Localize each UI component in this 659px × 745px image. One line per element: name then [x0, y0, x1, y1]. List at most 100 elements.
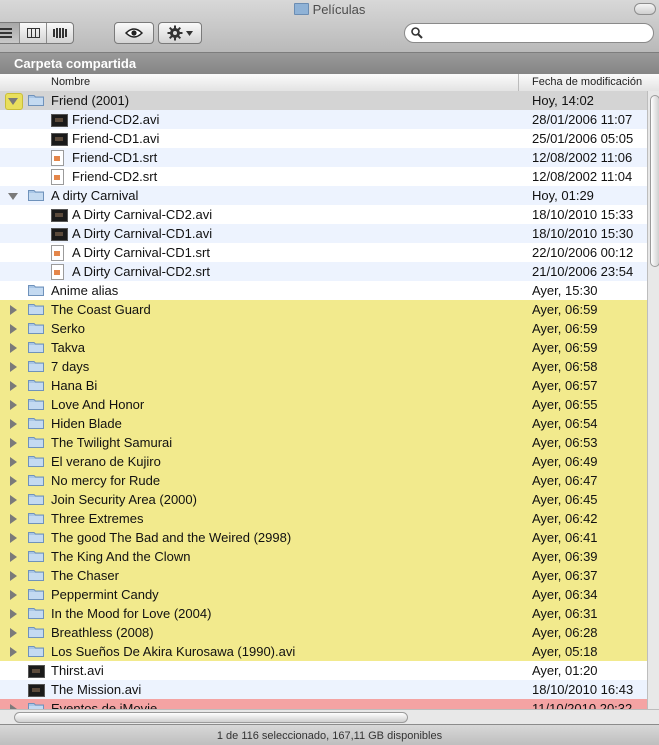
list-item[interactable]: A Dirty Carnival-CD2.avi 18/10/2010 15:33 — [0, 205, 647, 224]
list-item[interactable]: No mercy for Rude Ayer, 06:47 — [0, 471, 647, 490]
disclosure-closed-icon[interactable] — [10, 438, 17, 448]
window-title-label: Películas — [312, 2, 366, 17]
toolbar-toggle-button[interactable] — [634, 3, 656, 15]
item-name: Anime alias — [51, 283, 119, 298]
item-date: Ayer, 06:54 — [532, 416, 598, 431]
video-file-icon — [51, 114, 68, 127]
column-header-date[interactable]: Fecha de modificación — [532, 76, 642, 88]
column-header-name[interactable]: Nombre — [51, 76, 90, 88]
horizontal-scroll-thumb[interactable] — [14, 712, 408, 723]
item-name: A Dirty Carnival-CD2.srt — [72, 264, 210, 279]
column-view-icon — [26, 28, 40, 38]
list-item[interactable]: The King And the Clown Ayer, 06:39 — [0, 547, 647, 566]
item-name: No mercy for Rude — [51, 473, 161, 488]
list-item[interactable]: Hana Bi Ayer, 06:57 — [0, 376, 647, 395]
item-date: Ayer, 06:47 — [532, 473, 598, 488]
list-item[interactable]: Love And Honor Ayer, 06:55 — [0, 395, 647, 414]
item-name: A Dirty Carnival-CD1.srt — [72, 245, 210, 260]
list-item[interactable]: 7 days Ayer, 06:58 — [0, 357, 647, 376]
folder-icon — [28, 417, 44, 429]
list-item[interactable]: Three Extremes Ayer, 06:42 — [0, 509, 647, 528]
vertical-scrollbar[interactable] — [647, 91, 659, 709]
folder-icon — [28, 588, 44, 600]
disclosure-open-icon[interactable] — [8, 193, 18, 200]
disclosure-closed-icon[interactable] — [10, 381, 17, 391]
disclosure-closed-icon[interactable] — [10, 305, 17, 315]
folder-icon — [28, 341, 44, 353]
action-menu-button[interactable] — [158, 22, 202, 44]
folder-icon — [28, 512, 44, 524]
disclosure-closed-icon[interactable] — [10, 533, 17, 543]
list-item[interactable]: Anime alias Ayer, 15:30 — [0, 281, 647, 300]
item-date: 11/10/2010 20:32 — [532, 701, 633, 709]
item-name: Hana Bi — [51, 378, 98, 393]
vertical-scroll-thumb[interactable] — [650, 95, 659, 267]
list-item[interactable]: The Chaser Ayer, 06:37 — [0, 566, 647, 585]
item-name: The Chaser — [51, 568, 119, 583]
list-view-button[interactable] — [0, 23, 20, 43]
folder-icon — [28, 493, 44, 505]
folder-icon — [28, 322, 44, 334]
list-item[interactable]: Serko Ayer, 06:59 — [0, 319, 647, 338]
list-item[interactable]: Thirst.avi Ayer, 01:20 — [0, 661, 647, 680]
column-view-button[interactable] — [20, 23, 47, 43]
list-item[interactable]: Friend-CD2.avi 28/01/2006 11:07 — [0, 110, 647, 129]
list-item[interactable]: Breathless (2008) Ayer, 06:28 — [0, 623, 647, 642]
list-item[interactable]: Eventos de iMovie 11/10/2010 20:32 — [0, 699, 647, 709]
disclosure-closed-icon[interactable] — [10, 609, 17, 619]
disclosure-closed-icon[interactable] — [10, 552, 17, 562]
disclosure-closed-icon[interactable] — [10, 571, 17, 581]
list-item[interactable]: Friend (2001) Hoy, 14:02 — [0, 91, 647, 110]
list-item[interactable]: Friend-CD2.srt 12/08/2002 11:04 — [0, 167, 647, 186]
list-item[interactable]: Peppermint Candy Ayer, 06:34 — [0, 585, 647, 604]
disclosure-closed-icon[interactable] — [10, 514, 17, 524]
search-field[interactable] — [404, 23, 654, 43]
horizontal-scrollbar[interactable] — [0, 709, 659, 724]
item-date: Ayer, 06:34 — [532, 587, 598, 602]
video-file-icon — [51, 228, 68, 241]
search-input[interactable] — [427, 25, 651, 42]
list-item[interactable]: The Coast Guard Ayer, 06:59 — [0, 300, 647, 319]
list-item[interactable]: Hiden Blade Ayer, 06:54 — [0, 414, 647, 433]
coverflow-view-button[interactable] — [47, 23, 73, 43]
list-item[interactable]: The Mission.avi 18/10/2010 16:43 — [0, 680, 647, 699]
list-item[interactable]: Join Security Area (2000) Ayer, 06:45 — [0, 490, 647, 509]
video-file-icon — [51, 133, 68, 146]
disclosure-closed-icon[interactable] — [10, 324, 17, 334]
list-item[interactable]: Friend-CD1.srt 12/08/2002 11:06 — [0, 148, 647, 167]
list-item[interactable]: Friend-CD1.avi 25/01/2006 05:05 — [0, 129, 647, 148]
list-item[interactable]: Takva Ayer, 06:59 — [0, 338, 647, 357]
item-name: Eventos de iMovie — [51, 701, 158, 709]
list-item[interactable]: A Dirty Carnival-CD2.srt 21/10/2006 23:54 — [0, 262, 647, 281]
column-divider[interactable] — [518, 74, 519, 91]
item-date: Ayer, 06:53 — [532, 435, 598, 450]
disclosure-closed-icon[interactable] — [10, 400, 17, 410]
disclosure-closed-icon[interactable] — [10, 457, 17, 467]
disclosure-open-icon[interactable] — [8, 98, 18, 105]
list-item[interactable]: The good The Bad and the Weired (2998) Ay… — [0, 528, 647, 547]
disclosure-closed-icon[interactable] — [10, 419, 17, 429]
list-item[interactable]: Los Sueños De Akira Kurosawa (1990).avi A… — [0, 642, 647, 661]
disclosure-closed-icon[interactable] — [10, 647, 17, 657]
quick-look-button[interactable] — [114, 22, 154, 44]
disclosure-closed-icon[interactable] — [10, 628, 17, 638]
list-item[interactable]: In the Mood for Love (2004) Ayer, 06:31 — [0, 604, 647, 623]
item-name: Thirst.avi — [51, 663, 104, 678]
item-date: Ayer, 06:37 — [532, 568, 598, 583]
item-date: 12/08/2002 11:04 — [532, 169, 633, 184]
disclosure-closed-icon[interactable] — [10, 362, 17, 372]
disclosure-closed-icon[interactable] — [10, 476, 17, 486]
item-name: A Dirty Carnival-CD2.avi — [72, 207, 213, 222]
list-item[interactable]: A dirty Carnival Hoy, 01:29 — [0, 186, 647, 205]
list-item[interactable]: A Dirty Carnival-CD1.avi 18/10/2010 15:30 — [0, 224, 647, 243]
list-item[interactable]: The Twilight Samurai Ayer, 06:53 — [0, 433, 647, 452]
disclosure-closed-icon[interactable] — [10, 495, 17, 505]
list-item[interactable]: El verano de Kujiro Ayer, 06:49 — [0, 452, 647, 471]
list-item[interactable]: A Dirty Carnival-CD1.srt 22/10/2006 00:12 — [0, 243, 647, 262]
folder-icon — [28, 569, 44, 581]
alias-folder-icon — [28, 284, 44, 296]
gear-icon — [167, 25, 183, 41]
item-date: 21/10/2006 23:54 — [532, 264, 634, 279]
disclosure-closed-icon[interactable] — [10, 343, 17, 353]
disclosure-closed-icon[interactable] — [10, 590, 17, 600]
